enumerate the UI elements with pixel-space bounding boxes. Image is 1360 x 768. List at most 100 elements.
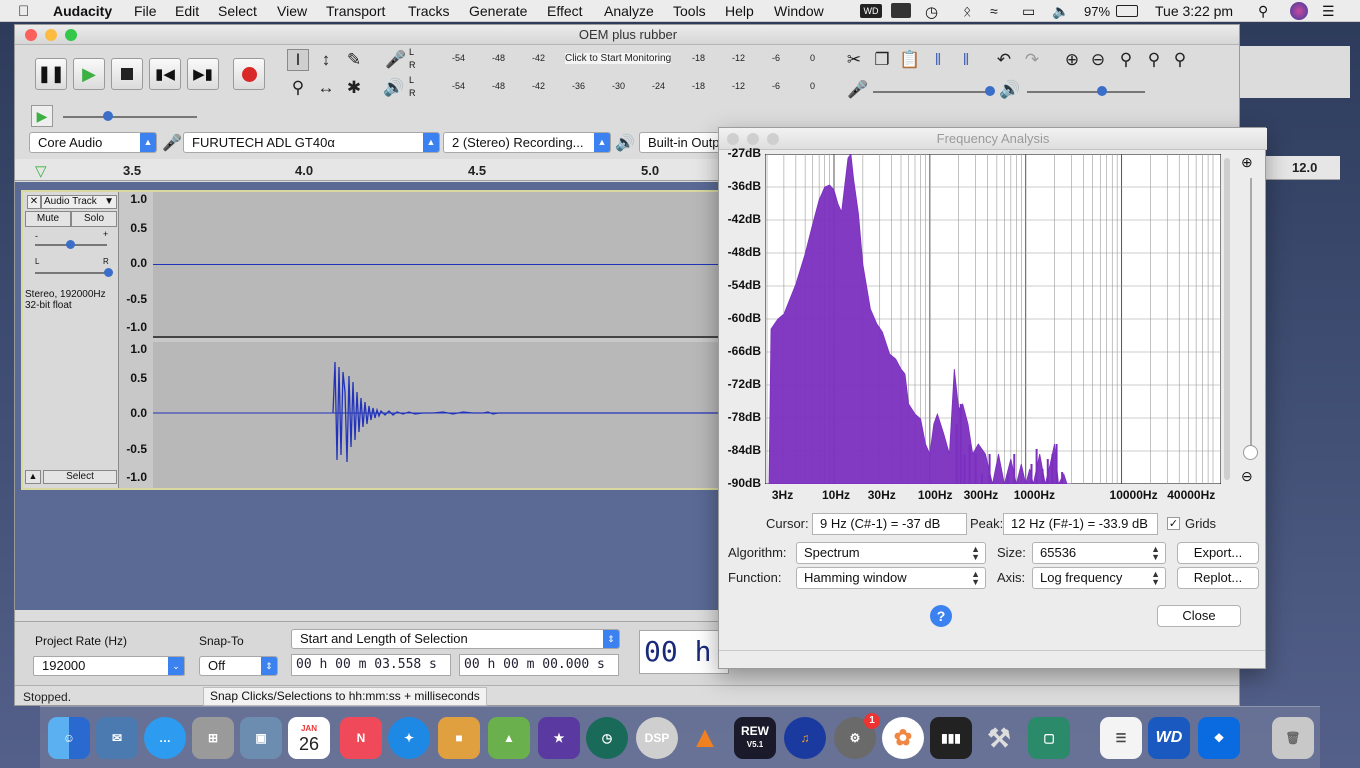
- system-preferences-icon[interactable]: ⚙ 1: [834, 713, 880, 759]
- spotlight-search-icon[interactable]: ⚲: [1258, 3, 1268, 20]
- playback-meter[interactable]: -54 -48 -42 -36 -30 -24 -18 -12 -6 0: [420, 81, 820, 94]
- menu-tools[interactable]: Tools: [673, 3, 706, 19]
- fit-selection-button[interactable]: ⚲: [1115, 49, 1137, 71]
- audio-host-select[interactable]: Core Audio ▲: [29, 132, 157, 153]
- track-name-menu[interactable]: Audio Track ▼: [41, 195, 117, 209]
- size-select[interactable]: 65536 ▲ ▼: [1032, 542, 1166, 564]
- vlc-icon[interactable]: ▲: [684, 717, 726, 759]
- dsp-app-icon[interactable]: DSP: [636, 717, 678, 759]
- draw-tool[interactable]: ✎: [343, 49, 365, 71]
- export-button[interactable]: Export...: [1177, 542, 1259, 564]
- input-device-select[interactable]: FURUTECH ADL GT40α ▲: [183, 132, 440, 153]
- redo-button[interactable]: ↷: [1021, 49, 1043, 71]
- zoom-window-button[interactable]: [65, 29, 77, 41]
- finder-icon[interactable]: ☺: [48, 717, 90, 759]
- notification-center-icon[interactable]: ☰: [1322, 3, 1335, 20]
- zoom-tool[interactable]: ⚲: [287, 77, 309, 99]
- minimize-window-button[interactable]: [45, 29, 57, 41]
- selection-tool[interactable]: I: [287, 49, 309, 71]
- stop-button[interactable]: [111, 58, 143, 90]
- replot-button[interactable]: Replot...: [1177, 567, 1259, 589]
- selection-length-time[interactable]: 00 h 00 m 00.000 s: [459, 654, 619, 676]
- wifi-icon[interactable]: ≈: [990, 3, 998, 19]
- audio-position-time[interactable]: 00 h: [639, 630, 729, 674]
- menu-transport[interactable]: Transport: [326, 3, 385, 19]
- close-window-button[interactable]: [25, 29, 37, 41]
- zoom-in-button[interactable]: ⊕: [1061, 49, 1083, 71]
- dialog-minimize-dot[interactable]: [747, 133, 759, 145]
- monitor-prompt[interactable]: Click to Start Monitoring: [565, 53, 672, 64]
- zoom-in-icon[interactable]: ⊕: [1241, 154, 1253, 171]
- trash-icon[interactable]: 🗑: [1272, 717, 1314, 759]
- play-button[interactable]: ▶: [73, 58, 105, 90]
- dropbox-icon[interactable]: ❖: [1198, 717, 1240, 759]
- clock[interactable]: Tue 3:22 pm: [1155, 3, 1233, 19]
- playback-volume-slider[interactable]: [1027, 91, 1145, 93]
- calendar-icon[interactable]: JAN 26: [288, 717, 330, 759]
- menu-analyze[interactable]: Analyze: [604, 3, 654, 19]
- trim-button[interactable]: ‖: [927, 49, 949, 71]
- zoom-out-button[interactable]: ⊖: [1087, 49, 1109, 71]
- volume-icon[interactable]: 🔈: [1052, 3, 1069, 20]
- vertical-zoom-slider[interactable]: [1250, 178, 1252, 454]
- envelope-tool[interactable]: ↕: [315, 49, 337, 71]
- peak-value-field[interactable]: 12 Hz (F#-1) = -33.9 dB: [1003, 513, 1158, 535]
- play-speed-thumb[interactable]: [103, 111, 113, 121]
- screen-icon[interactable]: ▢: [1028, 717, 1070, 759]
- algorithm-select[interactable]: Spectrum ▲ ▼: [796, 542, 986, 564]
- input-channels-select[interactable]: 2 (Stereo) Recording... ▲: [443, 132, 611, 153]
- multi-tool[interactable]: ✱: [343, 77, 365, 99]
- play-speed-slider[interactable]: [63, 116, 197, 118]
- recording-volume-slider[interactable]: [873, 91, 991, 93]
- paste-button[interactable]: 📋: [899, 49, 921, 71]
- undo-button[interactable]: ↶: [993, 49, 1015, 71]
- close-button[interactable]: Close: [1157, 605, 1241, 627]
- wd-drive-icon[interactable]: WD: [860, 4, 882, 18]
- maps-icon[interactable]: ▲: [488, 717, 530, 759]
- pause-button[interactable]: ❚❚: [35, 58, 67, 90]
- skip-to-start-button[interactable]: ▮◀: [149, 58, 181, 90]
- menu-select[interactable]: Select: [218, 3, 257, 19]
- cut-button[interactable]: ✂: [843, 49, 865, 71]
- collapse-track-button[interactable]: ▲: [25, 470, 41, 484]
- dialog-zoom-dot[interactable]: [767, 133, 779, 145]
- time-machine-dock-icon[interactable]: ◷: [586, 717, 628, 759]
- photos-icon[interactable]: ✿: [882, 717, 924, 759]
- speaker-icon[interactable]: 🔊: [383, 78, 404, 98]
- zoom-toggle-button[interactable]: ⚲: [1169, 49, 1191, 71]
- safari-icon[interactable]: ✦: [388, 717, 430, 759]
- bluetooth-icon[interactable]: ᛟ: [963, 3, 971, 19]
- vertical-zoom-thumb[interactable]: [1243, 445, 1258, 460]
- copy-button[interactable]: ❐: [871, 49, 893, 71]
- recording-volume-thumb[interactable]: [985, 86, 995, 96]
- spectrum-plot[interactable]: [765, 154, 1221, 484]
- time-shift-tool[interactable]: ↔: [315, 77, 337, 99]
- selection-mode-select[interactable]: Start and Length of Selection ⇕: [291, 629, 620, 649]
- calculator-icon[interactable]: ⊞: [192, 717, 234, 759]
- plot-vertical-scrollbar[interactable]: [1224, 158, 1230, 480]
- audacity-dock-icon[interactable]: ♫: [784, 717, 826, 759]
- menu-file[interactable]: File: [134, 3, 157, 19]
- menu-edit[interactable]: Edit: [175, 3, 199, 19]
- apple-icon[interactable]: : [18, 3, 29, 20]
- axis-select[interactable]: Log frequency ▲ ▼: [1032, 567, 1166, 589]
- snap-to-select[interactable]: Off ⇕: [199, 656, 278, 676]
- record-button[interactable]: [233, 58, 265, 90]
- midi-keyboard-icon[interactable]: ▮▮▮: [930, 717, 972, 759]
- menu-view[interactable]: View: [277, 3, 307, 19]
- project-rate-combo[interactable]: 192000 ⌄: [33, 656, 185, 676]
- textedit-icon[interactable]: ☰: [1100, 717, 1142, 759]
- solo-button[interactable]: Solo: [71, 211, 117, 227]
- track-select-button[interactable]: Select: [43, 470, 117, 484]
- rew-app-icon[interactable]: REW V5.1: [734, 717, 776, 759]
- gain-slider-thumb[interactable]: [66, 240, 75, 249]
- grids-checkbox[interactable]: ✓: [1167, 517, 1180, 530]
- preview-icon[interactable]: ▣: [240, 717, 282, 759]
- track-close-button[interactable]: ✕: [27, 195, 41, 209]
- menu-effect[interactable]: Effect: [547, 3, 583, 19]
- menu-window[interactable]: Window: [774, 3, 824, 19]
- function-select[interactable]: Hamming window ▲ ▼: [796, 567, 986, 589]
- menu-app-name[interactable]: Audacity: [53, 3, 112, 19]
- pan-slider-thumb[interactable]: [104, 268, 113, 277]
- wd-app-icon[interactable]: WD: [1148, 717, 1190, 759]
